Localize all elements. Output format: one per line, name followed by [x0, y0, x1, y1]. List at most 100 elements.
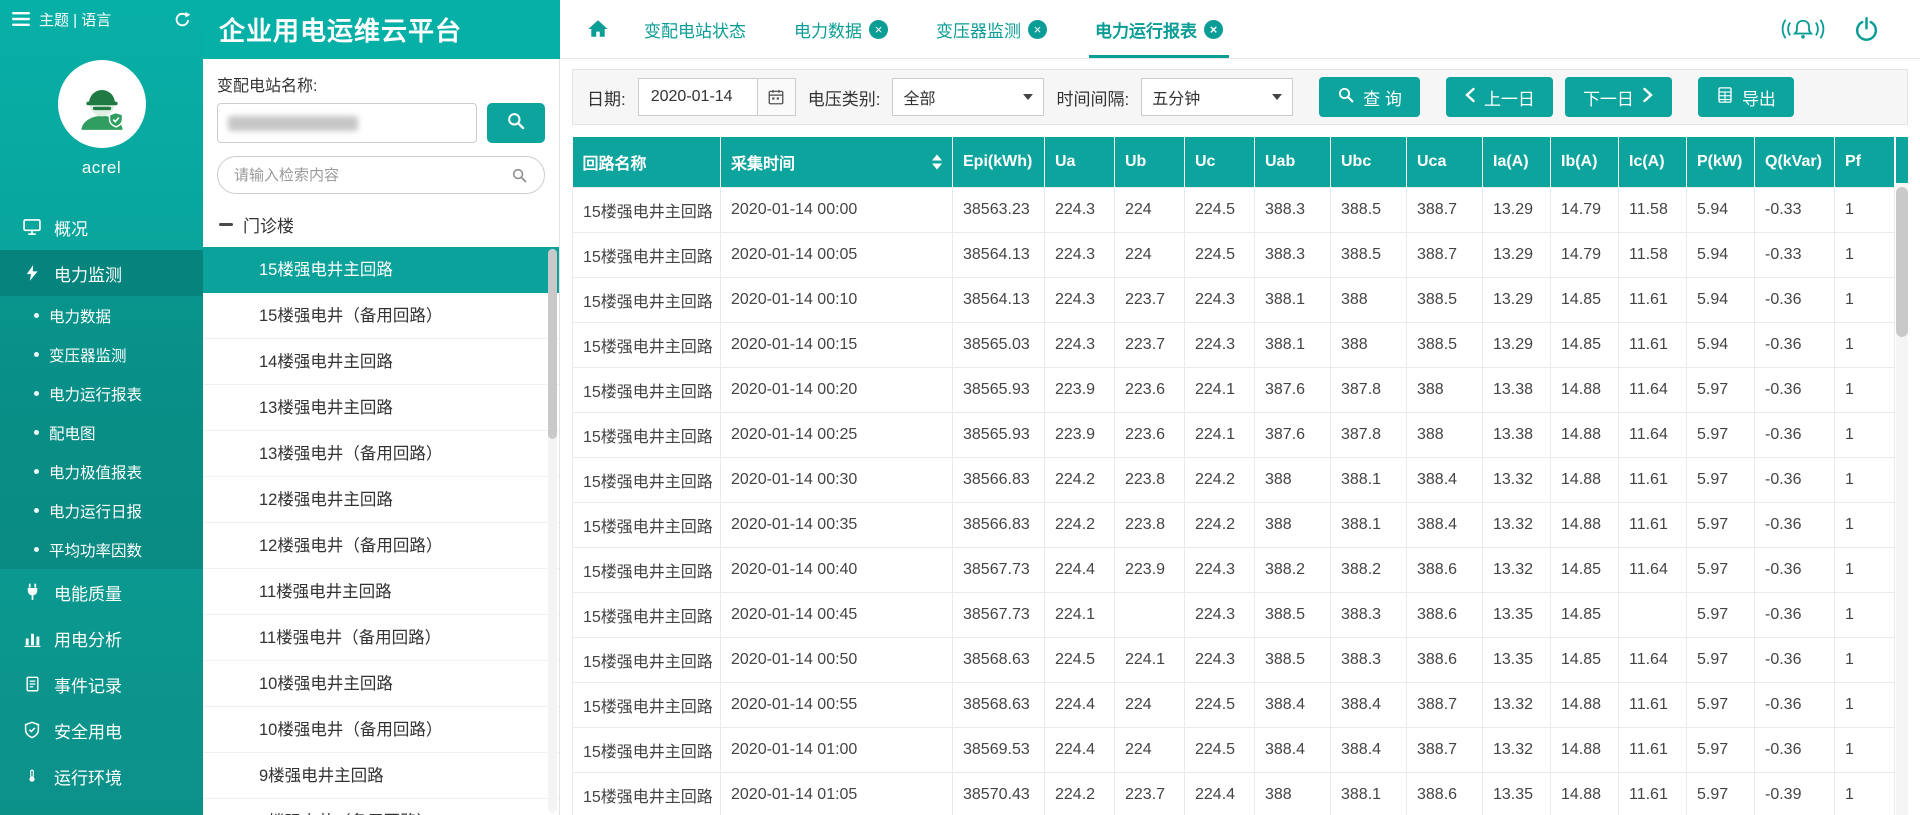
sidebar-item-power-quality[interactable]: 电能质量 [0, 569, 203, 615]
station-name-input[interactable] [217, 103, 477, 143]
cell-pf: 1 [1834, 592, 1895, 638]
cell-q: -0.33 [1754, 187, 1835, 233]
voltage-type-select[interactable]: 全部 [892, 78, 1045, 116]
cell-ic: 11.61 [1618, 772, 1687, 815]
cell-uab: 388.3 [1254, 232, 1331, 278]
close-icon[interactable] [1204, 19, 1223, 39]
tab-station-status[interactable]: 变配电站状态 [638, 0, 752, 58]
tree-item-circuit[interactable]: 9楼强电井主回路 [203, 753, 559, 799]
cell-p: 5.94 [1686, 232, 1755, 278]
cell-ubc: 388.5 [1330, 187, 1407, 233]
table-scrollbar-thumb[interactable] [1896, 187, 1908, 337]
sidebar-subitem[interactable]: 电力数据 [0, 296, 203, 335]
sidebar-subitem[interactable]: 电力运行报表 [0, 374, 203, 413]
cell-ub: 224 [1114, 727, 1185, 773]
power-off-icon[interactable] [1853, 16, 1880, 43]
sidebar-subitem[interactable]: 电力运行日报 [0, 491, 203, 530]
cell-circuit-name: 15楼强电井主回路 [572, 412, 721, 458]
interval-select[interactable]: 五分钟 [1141, 78, 1294, 116]
sidebar-item-power-monitoring[interactable]: 电力监测 [0, 250, 203, 296]
environment-icon [22, 766, 42, 786]
chevron-right-icon [1642, 87, 1654, 108]
sidebar-subitem[interactable]: 变压器监测 [0, 335, 203, 374]
tree-filter-input[interactable] [234, 166, 511, 184]
cell-uab: 388.4 [1254, 682, 1331, 728]
tree-item-circuit[interactable]: 15楼强电井主回路 [203, 247, 559, 293]
home-icon[interactable] [586, 18, 610, 40]
cell-p: 5.97 [1686, 547, 1755, 593]
sidebar-item-usage-analysis[interactable]: 用电分析 [0, 615, 203, 661]
caret-down-icon [1272, 94, 1283, 100]
tab-transformer-monitoring[interactable]: 变压器监测 [930, 0, 1053, 58]
table-row: 15楼强电井主回路 2020-01-14 00:05 38564.13 224.… [572, 232, 1895, 278]
cell-q: -0.36 [1754, 412, 1835, 458]
cell-ubc: 388 [1330, 322, 1407, 368]
sidebar-subitem[interactable]: 电力极值报表 [0, 452, 203, 491]
cell-ub: 223.8 [1114, 457, 1185, 503]
main-column: 企业用电运维云平台 变配电站状态 电力数据 变压器监测 电力运行报表 [203, 0, 1920, 815]
broadcast-bell-icon[interactable] [1781, 15, 1825, 43]
calendar-icon[interactable] [756, 79, 795, 115]
safety-icon [22, 720, 42, 740]
prev-day-button[interactable]: 上一日 [1445, 77, 1553, 117]
sidebar-subitem[interactable]: 平均功率因数 [0, 530, 203, 569]
date-input[interactable]: 2020-01-14 [639, 88, 757, 106]
close-icon[interactable] [869, 19, 888, 39]
tree-item-circuit[interactable]: 11楼强电井（备用回路） [203, 615, 559, 661]
cell-uc: 224.3 [1184, 277, 1255, 323]
close-icon[interactable] [1028, 19, 1047, 39]
cell-epi: 38568.63 [952, 682, 1045, 728]
tree-item-circuit[interactable]: 10楼强电井（备用回路） [203, 707, 559, 753]
sidebar-item-label: 运行环境 [54, 768, 122, 788]
refresh-icon[interactable] [174, 11, 191, 28]
sidebar-item-event-log[interactable]: 事件记录 [0, 661, 203, 707]
collapse-icon[interactable] [219, 223, 233, 226]
sidebar-item-environment[interactable]: 运行环境 [0, 753, 203, 799]
cell-ib: 14.85 [1550, 592, 1619, 638]
cell-ub: 223.8 [1114, 502, 1185, 548]
tab-power-data[interactable]: 电力数据 [788, 0, 894, 58]
tree-root-node[interactable]: 门诊楼 [203, 200, 559, 247]
cell-circuit-name: 15楼强电井主回路 [572, 727, 721, 773]
cell-ia: 13.29 [1482, 232, 1551, 278]
cell-uc: 224.5 [1184, 727, 1255, 773]
tree-item-circuit[interactable]: 11楼强电井主回路 [203, 569, 559, 615]
table-row: 15楼强电井主回路 2020-01-14 00:15 38565.03 224.… [572, 322, 1895, 368]
tab-power-report[interactable]: 电力运行报表 [1089, 0, 1229, 58]
tree-item-circuit[interactable]: 15楼强电井（备用回路） [203, 293, 559, 339]
next-day-button[interactable]: 下一日 [1564, 77, 1672, 117]
cell-ia: 13.32 [1482, 682, 1551, 728]
cell-ubc: 387.8 [1330, 367, 1407, 413]
sidebar-subitem[interactable]: 配电图 [0, 413, 203, 452]
cell-uc: 224.3 [1184, 547, 1255, 593]
tree-item-circuit[interactable]: 12楼强电井（备用回路） [203, 523, 559, 569]
tree-item-circuit[interactable]: 14楼强电井主回路 [203, 339, 559, 385]
col-pf: Pf [1834, 137, 1895, 188]
query-button[interactable]: 查 询 [1319, 77, 1420, 117]
sidebar-item-label: 概况 [54, 219, 88, 239]
sort-icon[interactable] [932, 154, 942, 170]
tree-item-circuit[interactable]: 12楼强电井主回路 [203, 477, 559, 523]
cell-epi: 38568.63 [952, 637, 1045, 683]
cell-collect-time: 2020-01-14 00:05 [720, 232, 953, 278]
station-search-button[interactable] [487, 103, 545, 143]
cell-q: -0.36 [1754, 322, 1835, 368]
export-button[interactable]: 导出 [1697, 77, 1794, 117]
sidebar-item-safety[interactable]: 安全用电 [0, 707, 203, 753]
cell-pf: 1 [1834, 502, 1895, 548]
cell-ib: 14.85 [1550, 277, 1619, 323]
tree-scrollbar-thumb[interactable] [548, 249, 557, 439]
tree-item-circuit[interactable]: 9楼强电井（备用回路） [203, 799, 559, 815]
cell-ic: 11.64 [1618, 637, 1687, 683]
excel-icon [1716, 86, 1734, 109]
table-row: 15楼强电井主回路 2020-01-14 00:00 38563.23 224.… [572, 187, 1895, 233]
hamburger-menu-icon[interactable] [12, 12, 30, 26]
sidebar-item-overview[interactable]: 概况 [0, 204, 203, 250]
theme-language-link[interactable]: 主题 | 语言 [39, 9, 111, 30]
table-row: 15楼强电井主回路 2020-01-14 00:55 38568.63 224.… [572, 682, 1895, 728]
col-collect-time[interactable]: 采集时间 [720, 137, 953, 188]
tree-item-circuit[interactable]: 13楼强电井（备用回路） [203, 431, 559, 477]
cell-pf: 1 [1834, 412, 1895, 458]
tree-item-circuit[interactable]: 10楼强电井主回路 [203, 661, 559, 707]
tree-item-circuit[interactable]: 13楼强电井主回路 [203, 385, 559, 431]
